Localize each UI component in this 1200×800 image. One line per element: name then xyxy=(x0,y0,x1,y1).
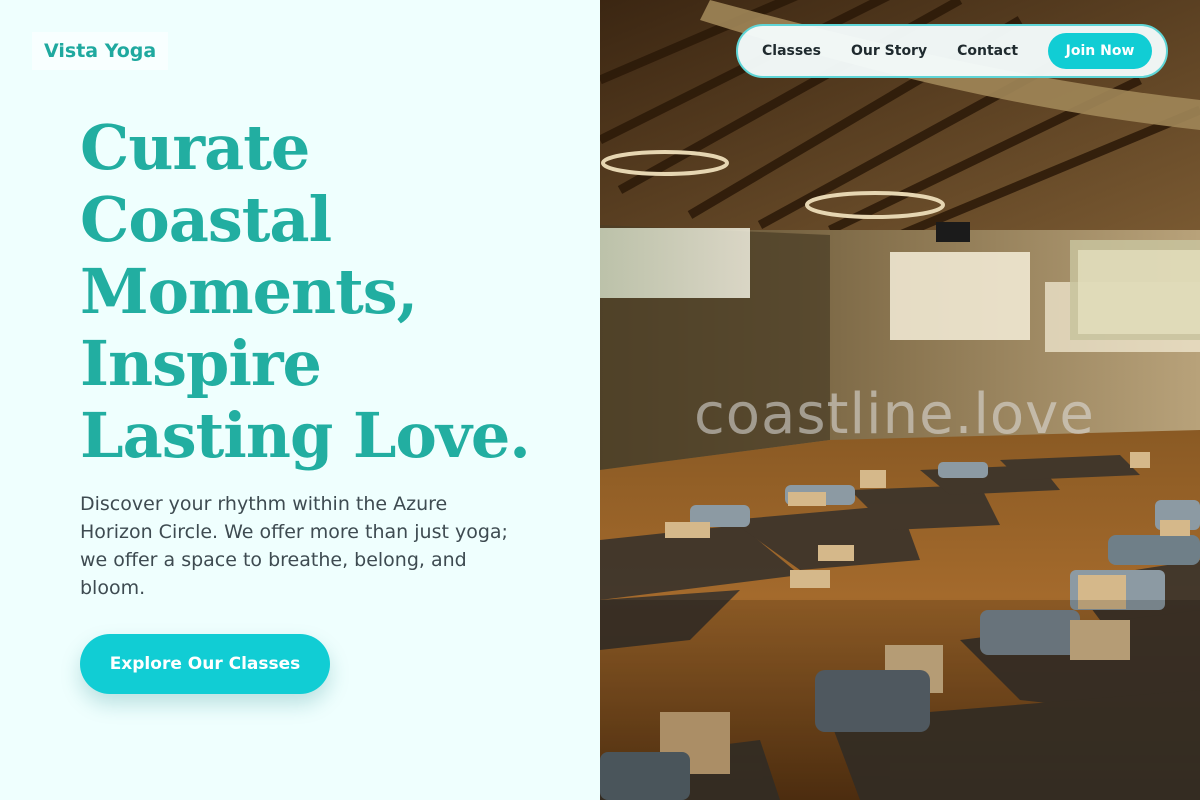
headline-line: Coastal xyxy=(80,183,332,256)
headline-line: Moments, xyxy=(80,255,418,328)
hero-headline: Curate Coastal Moments, Inspire Lasting … xyxy=(80,112,580,472)
nav-link-classes[interactable]: Classes xyxy=(762,43,821,59)
brand-logo[interactable]: Vista Yoga xyxy=(32,32,169,70)
headline-line: Lasting Love. xyxy=(80,399,531,472)
headline-line: Curate xyxy=(80,111,310,184)
nav-link-contact[interactable]: Contact xyxy=(957,43,1018,59)
hero-left-panel: Vista Yoga Curate Coastal Moments, Inspi… xyxy=(0,0,600,800)
join-now-button[interactable]: Join Now xyxy=(1048,33,1152,69)
hero-intro-text: Discover your rhythm within the Azure Ho… xyxy=(80,493,508,599)
headline-line: Inspire xyxy=(80,327,322,400)
nav-link-our-story[interactable]: Our Story xyxy=(851,43,927,59)
watermark-text: coastline.love xyxy=(694,382,1095,447)
main-nav: Classes Our Story Contact Join Now xyxy=(736,24,1168,78)
explore-classes-button[interactable]: Explore Our Classes xyxy=(80,634,330,694)
